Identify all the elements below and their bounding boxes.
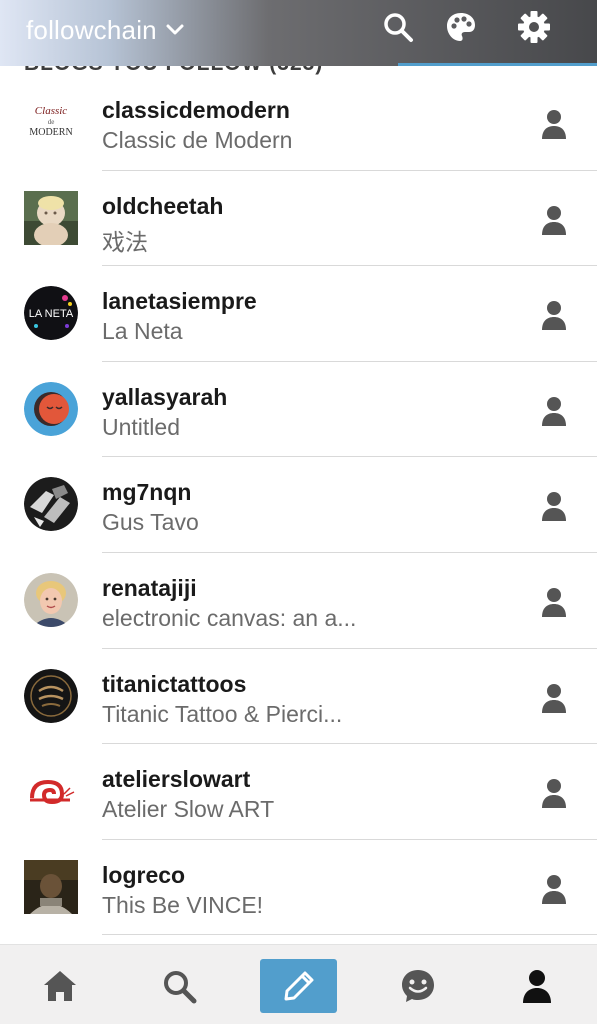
blog-row[interactable]: renatajiji electronic canvas: an a... [0,553,597,649]
la-neta-logo: LA NETA [24,286,78,341]
blog-title: Untitled [102,413,180,440]
blog-row[interactable]: atelierslowart Atelier Slow ART [0,744,597,840]
activity-smiley-icon[interactable] [379,959,457,1013]
blog-username: classicdemodern [102,97,290,123]
blog-title: Titanic Tattoo & Pierci... [102,700,343,727]
dark-portrait-photo [24,859,78,914]
home-icon[interactable] [21,959,99,1013]
divider [102,934,597,936]
blog-row[interactable]: mg7nqn Gus Tavo [0,457,597,553]
svg-text:Classic: Classic [35,105,68,117]
person-icon[interactable] [540,586,568,618]
svg-text:LA NETA: LA NETA [29,308,74,320]
blog-username: renatajiji [102,574,197,601]
blog-username: oldcheetah [102,192,224,219]
blog-title: La Neta [102,318,183,345]
person-icon[interactable] [540,395,568,427]
svg-text:MODERN: MODERN [29,127,72,138]
person-icon[interactable] [540,490,568,522]
blog-switcher[interactable]: followchain [26,14,185,46]
titanic-tattoo-logo [24,668,78,723]
gear-icon[interactable] [517,10,551,44]
sleeping-face-illustration [24,381,78,436]
blog-username: logreco [102,861,186,888]
classic-de-modern-logo: Classic de MODERN [24,95,78,149]
compose-pencil-icon[interactable] [260,959,337,1013]
blog-title: electronic canvas: an a... [102,604,357,631]
blog-username: yallasyarah [102,383,228,410]
blog-row[interactable]: logreco This Be VINCE! [0,840,597,936]
hands-photo [24,477,78,532]
blog-username: lanetasiempre [102,288,257,315]
blog-username: titanictattoos [102,670,247,697]
blog-row[interactable]: titanictattoos Titanic Tattoo & Pierci..… [0,649,597,745]
person-icon[interactable] [540,682,568,714]
account-person-icon[interactable] [498,959,576,1013]
blog-title: Classic de Modern [102,127,293,153]
blog-name: followchain [26,14,157,45]
blog-row[interactable]: oldcheetah 戏法 [0,171,597,267]
blog-username: atelierslowart [102,766,251,793]
child-photo [24,190,78,245]
person-icon[interactable] [540,204,568,236]
explore-search-icon[interactable] [140,959,218,1013]
palette-icon[interactable] [444,10,478,44]
person-icon[interactable] [540,108,568,140]
person-icon[interactable] [540,299,568,331]
chevron-down-icon [165,20,185,40]
blog-row[interactable]: yallasyarah Untitled [0,362,597,458]
blog-title: Atelier Slow ART [102,796,275,823]
svg-text:de: de [48,118,55,126]
followed-blogs-list: Classic de MODERN classicdemodern Classi… [0,75,597,936]
blog-title: This Be VINCE! [102,891,264,918]
blog-title: 戏法 [102,228,148,255]
search-icon[interactable] [381,10,415,44]
app-header: followchain [0,0,597,66]
bottom-nav [0,944,597,1024]
blog-row[interactable]: Classic de MODERN classicdemodern Classi… [0,75,597,171]
woman-portrait-photo [24,572,78,627]
blog-title: Gus Tavo [102,509,199,536]
blog-row[interactable]: LA NETA lanetasiempre La Neta [0,266,597,362]
red-snail-logo [24,764,78,819]
person-icon[interactable] [540,777,568,809]
person-icon[interactable] [540,873,568,905]
blog-username: mg7nqn [102,479,192,506]
